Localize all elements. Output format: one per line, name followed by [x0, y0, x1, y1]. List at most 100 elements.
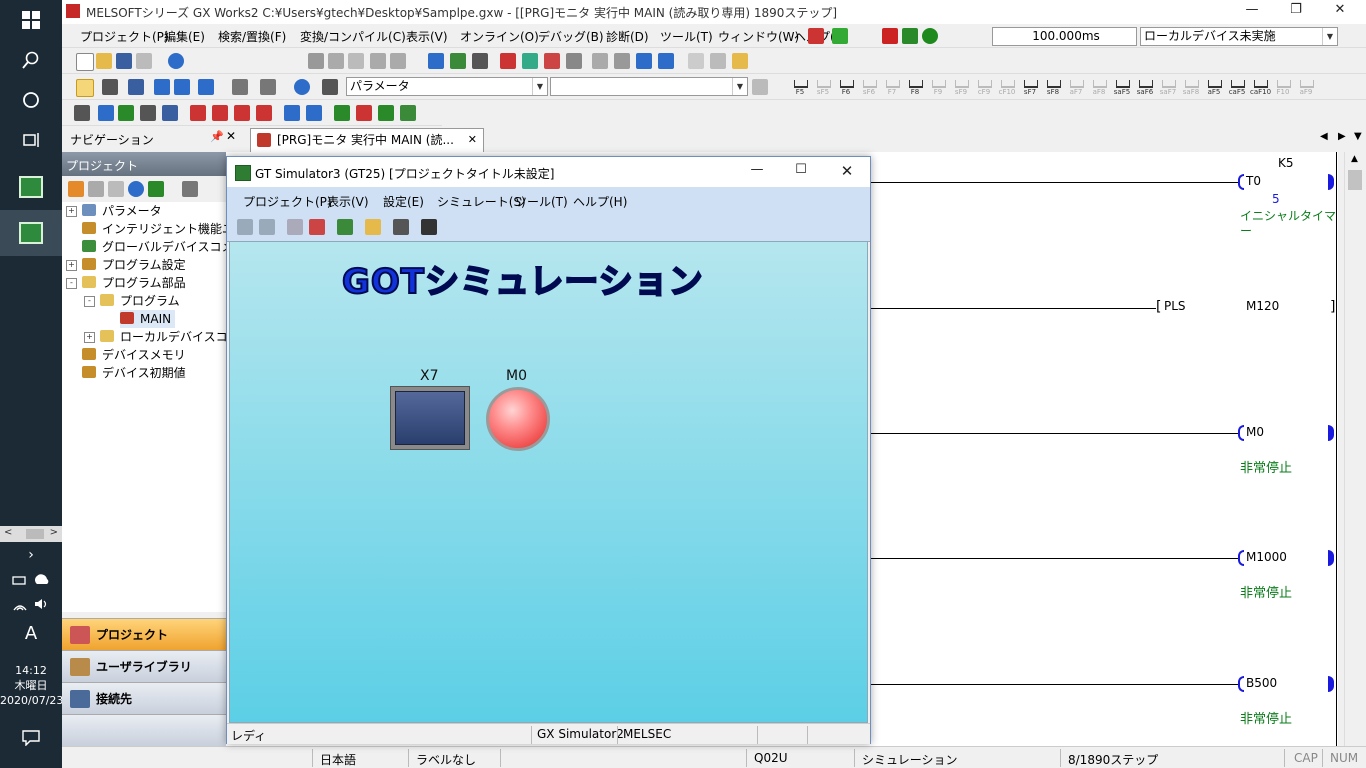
- collapse-icon[interactable]: -: [84, 296, 95, 307]
- step-run-icon[interactable]: [118, 105, 134, 121]
- ladder-key-cf9[interactable]: cF9: [974, 77, 994, 97]
- tree-item[interactable]: プログラム: [100, 292, 180, 310]
- plc-read-icon[interactable]: [522, 53, 538, 69]
- menu-online[interactable]: オンライン(O): [460, 28, 539, 45]
- open-folder-icon[interactable]: [96, 53, 112, 69]
- nav-button-user-library[interactable]: ユーザライブラリ: [62, 650, 226, 682]
- ladder-key-sf8[interactable]: sF8: [1043, 77, 1063, 97]
- ladder-key-sf6[interactable]: sF6: [859, 77, 879, 97]
- menu-debug[interactable]: デバッグ(B): [538, 28, 604, 45]
- start-icon[interactable]: [0, 0, 62, 40]
- dev-read-icon[interactable]: [636, 53, 652, 69]
- tab-list-icon[interactable]: ▼: [1354, 131, 1362, 142]
- new-file-icon[interactable]: [76, 53, 94, 71]
- dev-batch-icon[interactable]: [306, 105, 322, 121]
- dev-icon-4[interactable]: [198, 79, 214, 95]
- module-icon[interactable]: [614, 53, 630, 69]
- scroll-thumb[interactable]: [1348, 170, 1362, 190]
- tool-a-icon[interactable]: [688, 53, 704, 69]
- copy-icon[interactable]: [328, 53, 344, 69]
- gt-menu-project[interactable]: プロジェクト(P): [243, 193, 332, 210]
- ladder-key-saf5[interactable]: saF5: [1112, 77, 1132, 97]
- gx-works-app-icon[interactable]: [66, 4, 80, 18]
- gt-simulator-window[interactable]: GT Simulator3 (GT25) [プロジェクトタイトル未設定] — ☐…: [226, 156, 871, 744]
- gt-reload-icon[interactable]: [259, 219, 275, 235]
- redo-icon[interactable]: [390, 53, 406, 69]
- cut-icon[interactable]: [308, 53, 324, 69]
- pin-icon[interactable]: 📌: [210, 130, 224, 143]
- force-reset-icon[interactable]: [256, 105, 272, 121]
- nav-button-connection[interactable]: 接続先: [62, 682, 226, 714]
- gt-print-icon[interactable]: [287, 219, 303, 235]
- chevron-down-icon[interactable]: ▼: [1322, 28, 1337, 45]
- search-device-icon[interactable]: [566, 53, 582, 69]
- ladder-key-af7[interactable]: aF7: [1066, 77, 1086, 97]
- menu-tools[interactable]: ツール(T): [660, 28, 713, 45]
- local-device-combo[interactable]: ローカルデバイス未実施 ▼: [1140, 27, 1338, 46]
- expand-icon[interactable]: +: [84, 332, 95, 343]
- minimize-icon[interactable]: —: [1232, 2, 1272, 22]
- table-icon[interactable]: [162, 105, 178, 121]
- cortana-icon[interactable]: [0, 80, 62, 120]
- gt-keyboard-icon[interactable]: [421, 219, 437, 235]
- tab-scroll-left-icon[interactable]: ◀: [1320, 131, 1328, 142]
- ladder-key-af8[interactable]: aF8: [1089, 77, 1109, 97]
- ladder-key-cf10[interactable]: cF10: [997, 77, 1017, 97]
- force-on-icon[interactable]: [190, 105, 206, 121]
- ladder-key-f9[interactable]: F9: [928, 77, 948, 97]
- ladder-key-saf7[interactable]: saF7: [1158, 77, 1178, 97]
- page-icon[interactable]: [752, 79, 768, 95]
- restore-icon[interactable]: ❐: [1276, 2, 1316, 22]
- tree-item[interactable]: インテリジェント機能ユニット: [82, 220, 226, 238]
- tab-main-program[interactable]: [PRG]モニタ 実行中 MAIN (読... ✕: [250, 128, 484, 152]
- gt-app-icon[interactable]: [235, 165, 251, 181]
- force-toggle-icon[interactable]: [234, 105, 250, 121]
- dev-icon-2[interactable]: [154, 79, 170, 95]
- ladder-key-f10[interactable]: F10: [1273, 77, 1293, 97]
- ladder-key-saf6[interactable]: saF6: [1135, 77, 1155, 97]
- gt-tool-icon[interactable]: [393, 219, 409, 235]
- save-icon[interactable]: [116, 53, 132, 69]
- parameter-combo[interactable]: パラメータ ▼: [346, 77, 548, 96]
- ime-indicator[interactable]: A: [0, 613, 62, 653]
- coil-device[interactable]: M1000: [1246, 550, 1287, 564]
- tree-item[interactable]: プログラム部品: [82, 274, 186, 292]
- coil-icon[interactable]: [98, 105, 114, 121]
- plc-write-icon[interactable]: [500, 53, 516, 69]
- ladder-key-f8[interactable]: F8: [905, 77, 925, 97]
- expand-icon[interactable]: +: [66, 260, 77, 271]
- menu-edit[interactable]: 編集(E): [164, 28, 205, 45]
- search-icon[interactable]: [0, 40, 62, 80]
- menu-convert-compile[interactable]: 変換/コンパイル(C): [300, 28, 406, 45]
- taskbar-clock[interactable]: 14:12 木曜日 2020/07/23: [0, 663, 63, 708]
- gt-menu-simulate[interactable]: シミュレート(S): [437, 193, 526, 210]
- find-icon[interactable]: [260, 79, 276, 95]
- ladder-read-icon[interactable]: [832, 28, 848, 44]
- tool-b-icon[interactable]: [710, 53, 726, 69]
- list-icon[interactable]: [128, 79, 144, 95]
- tool-c-icon[interactable]: [732, 53, 748, 69]
- ladder-key-af5[interactable]: aF5: [1204, 77, 1224, 97]
- diagnostics-icon[interactable]: [592, 53, 608, 69]
- chevron-down-icon[interactable]: ▼: [732, 78, 747, 95]
- menu-diagnostics[interactable]: 診断(D): [606, 28, 649, 45]
- collapse-icon[interactable]: -: [66, 278, 77, 289]
- verify-icon[interactable]: [544, 53, 560, 69]
- ladder-key-caf5[interactable]: caF5: [1227, 77, 1247, 97]
- dev-write-icon[interactable]: [658, 53, 674, 69]
- project-view-icon[interactable]: [76, 79, 94, 97]
- coil-device[interactable]: M0: [1246, 425, 1264, 439]
- nav-paste-icon[interactable]: [108, 181, 124, 197]
- coil-device[interactable]: B500: [1246, 676, 1277, 690]
- chevron-down-icon[interactable]: ▼: [532, 78, 547, 95]
- tree-item[interactable]: デバイス初期値: [82, 364, 186, 382]
- instruction-operand[interactable]: M120: [1246, 299, 1279, 313]
- nav-info-icon[interactable]: [128, 181, 144, 197]
- notification-icon[interactable]: [0, 718, 62, 758]
- scroll-up-icon[interactable]: ▲: [1351, 154, 1358, 164]
- undo-icon[interactable]: [370, 53, 386, 69]
- nav-filter-icon[interactable]: [182, 181, 198, 197]
- tree-item[interactable]: プログラム設定: [82, 256, 186, 274]
- menu-window[interactable]: ウィンドウ(W): [718, 28, 799, 45]
- gt-device-monitor-icon[interactable]: [337, 219, 353, 235]
